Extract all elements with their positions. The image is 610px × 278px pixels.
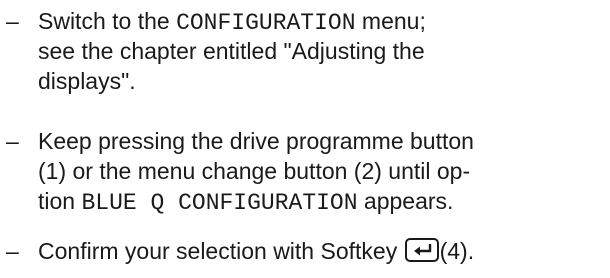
list-item-text: Switch to the CONFIGURATION menu; see th… <box>38 6 606 96</box>
text-fragment: menu; <box>355 8 426 34</box>
list-item-text: Confirm your selection with Softkey (4). <box>38 236 606 266</box>
text-line: displays". <box>38 68 136 94</box>
bullet-dash: – <box>6 128 19 154</box>
text-line: Keep pressing the drive programme button <box>38 128 474 154</box>
bullet-dash: – <box>6 238 19 264</box>
text-line: Confirm your selection with Softkey (4). <box>38 236 606 266</box>
text-line: Switch to the CONFIGURATION menu; <box>38 6 606 36</box>
list-item-text: Keep pressing the drive programme button… <box>38 126 606 216</box>
text-fragment: tion <box>38 188 82 214</box>
text-line: see the chapter entitled "Adjusting the <box>38 38 425 64</box>
menu-name-code: CONFIGURATION <box>176 10 356 36</box>
instruction-list: – Switch to the CONFIGURATION menu; see … <box>0 0 610 278</box>
text-fragment: appears. <box>357 188 454 214</box>
enter-return-icon <box>404 238 439 262</box>
text-fragment: Confirm your selection with Softkey <box>38 238 404 264</box>
text-fragment: Switch to the <box>38 8 177 34</box>
option-name-code: BLUE Q CONFIGURATION <box>81 190 358 216</box>
text-line: tion BLUE Q CONFIGURATION appears. <box>38 186 606 216</box>
text-fragment: (4). <box>439 238 475 264</box>
text-line: (1) or the menu change button (2) until … <box>38 158 471 184</box>
bullet-dash: – <box>6 8 19 34</box>
